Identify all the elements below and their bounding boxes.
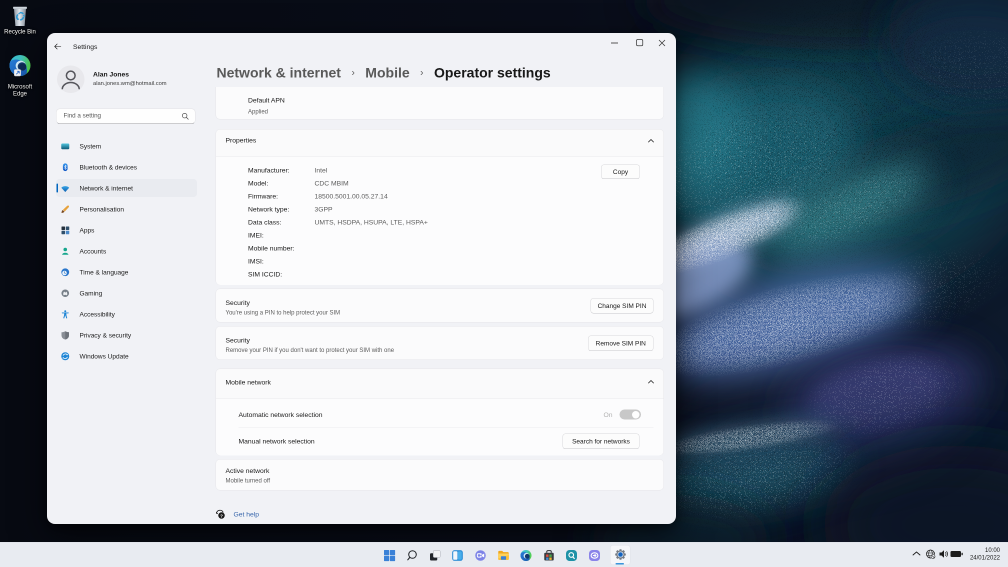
- svg-text:?: ?: [220, 513, 223, 518]
